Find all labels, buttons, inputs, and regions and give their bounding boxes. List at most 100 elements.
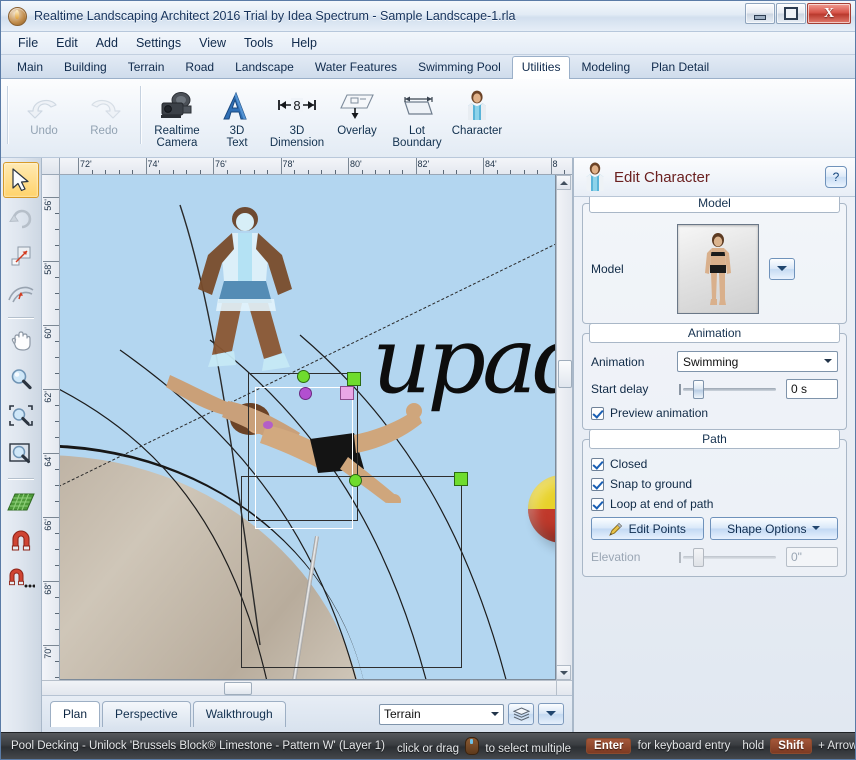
menu-settings[interactable]: Settings xyxy=(127,33,190,53)
model-thumbnail[interactable] xyxy=(677,224,759,314)
redo-button[interactable]: Redo xyxy=(74,82,134,156)
undo-button[interactable]: Undo xyxy=(14,82,74,156)
tab-building[interactable]: Building xyxy=(54,56,117,78)
rotate-tool[interactable] xyxy=(3,200,39,236)
ruler-tick-minor xyxy=(253,170,255,174)
ruler-tick-minor xyxy=(55,485,59,486)
magnet-options-tool[interactable] xyxy=(3,560,39,596)
ruler-tick-minor xyxy=(267,170,268,174)
tab-utilities[interactable]: Utilities xyxy=(511,56,571,79)
toolbar-divider-0 xyxy=(7,86,8,144)
main-body: 72' 74' 76' 78' 80' 82' 84' 8 56' 58' 60' 62' 64' 66… xyxy=(1,158,855,732)
character-standing[interactable] xyxy=(182,203,312,378)
selection-box-outer-2 xyxy=(241,476,462,668)
status-selection-text: Pool Decking - Unilock 'Brussels Block® … xyxy=(11,740,385,752)
tab-swimming-pool[interactable]: Swimming Pool xyxy=(408,56,511,78)
tab-modeling[interactable]: Modeling xyxy=(571,56,640,78)
tab-plan-detail[interactable]: Plan Detail xyxy=(641,56,719,78)
pan-hand-tool[interactable] xyxy=(3,323,39,359)
ruler-tick-minor xyxy=(172,170,174,174)
ruler-tick-major xyxy=(213,158,214,174)
horizontal-scrollbar[interactable] xyxy=(59,680,556,695)
tab-road[interactable]: Road xyxy=(175,56,224,78)
magnet-snap-tool[interactable] xyxy=(3,522,39,558)
close-button[interactable]: X xyxy=(807,3,851,24)
vertical-scrollbar[interactable] xyxy=(556,175,572,680)
ruler-label: 68' xyxy=(43,583,53,595)
zoom-region-tool[interactable] xyxy=(3,399,39,435)
curve-tool[interactable] xyxy=(3,276,39,312)
design-canvas[interactable]: upad xyxy=(60,175,556,680)
minimize-button[interactable] xyxy=(745,3,775,24)
elevation-slider xyxy=(677,547,780,567)
tab-terrain[interactable]: Terrain xyxy=(118,56,175,78)
scroll-down-arrow[interactable] xyxy=(556,665,571,680)
ruler-label: 78' xyxy=(282,159,295,169)
start-delay-slider[interactable] xyxy=(677,379,780,399)
menu-view[interactable]: View xyxy=(190,33,235,53)
selection-handle-rotate[interactable] xyxy=(340,386,354,400)
menu-add[interactable]: Add xyxy=(87,33,127,53)
tab-landscape[interactable]: Landscape xyxy=(225,56,304,78)
selection-handle-pivot[interactable] xyxy=(299,387,312,400)
model-dropdown-button[interactable] xyxy=(769,258,795,280)
svg-text:8: 8 xyxy=(293,98,300,113)
selection-handle-corner-1[interactable] xyxy=(347,372,361,386)
select-arrow-tool[interactable] xyxy=(3,162,39,198)
character-label: Character xyxy=(451,125,503,137)
layers-button[interactable] xyxy=(508,703,534,725)
key-enter: Enter xyxy=(586,738,632,754)
character-button[interactable]: Character xyxy=(447,82,507,156)
scroll-up-arrow[interactable] xyxy=(556,175,571,190)
selection-handle-mid[interactable] xyxy=(349,474,362,487)
animation-select[interactable]: Swimming xyxy=(677,351,838,372)
edit-points-button[interactable]: Edit Points xyxy=(591,517,704,540)
selection-handle-corner-2[interactable] xyxy=(454,472,468,486)
scale-tool[interactable] xyxy=(3,238,39,274)
maximize-button[interactable] xyxy=(776,3,806,24)
tab-main[interactable]: Main xyxy=(7,56,53,78)
slider-thumb[interactable] xyxy=(693,379,704,399)
menu-edit[interactable]: Edit xyxy=(47,33,87,53)
menu-file[interactable]: File xyxy=(9,33,47,53)
start-delay-value[interactable]: 0 s xyxy=(786,379,838,399)
horizontal-scroll-thumb[interactable] xyxy=(224,682,252,695)
shape-options-button[interactable]: Shape Options xyxy=(709,517,839,540)
selection-handle-top[interactable] xyxy=(297,370,310,383)
help-button[interactable]: ? xyxy=(825,166,847,188)
tab-walkthrough[interactable]: Walkthrough xyxy=(192,701,286,727)
3d-dimension-button[interactable]: 8 3D Dimension xyxy=(267,82,327,156)
realtime-camera-button[interactable]: Realtime Camera xyxy=(147,82,207,156)
ruler-tick-minor xyxy=(564,170,565,174)
closed-checkbox[interactable] xyxy=(591,457,604,471)
3d-dimension-label-2: Dimension xyxy=(269,137,325,149)
chevron-down-icon xyxy=(777,266,787,276)
hscroll-corner xyxy=(42,680,59,695)
tool-divider-1 xyxy=(8,317,34,318)
3d-text-button[interactable]: 3D Text xyxy=(207,82,267,156)
vertical-ruler[interactable]: 56' 58' 60' 62' 64' 66' 68' 70' xyxy=(42,175,60,680)
tab-plan[interactable]: Plan xyxy=(50,701,101,727)
snap-to-ground-checkbox[interactable] xyxy=(591,477,604,491)
loop-at-end-checkbox[interactable] xyxy=(591,497,604,511)
layer-dropdown-button[interactable] xyxy=(538,703,564,725)
zoom-window-tool[interactable] xyxy=(3,437,39,473)
lot-boundary-icon xyxy=(397,89,437,123)
ruler-row: 72' 74' 76' 78' 80' 82' 84' 8 xyxy=(42,158,572,175)
tab-water-features[interactable]: Water Features xyxy=(305,56,407,78)
horizontal-ruler[interactable]: 72' 74' 76' 78' 80' 82' 84' 8 xyxy=(60,158,572,175)
status-hint-click-tail: to select multiple xyxy=(485,743,572,755)
lot-boundary-button[interactable]: Lot Boundary xyxy=(387,82,447,156)
menu-tools[interactable]: Tools xyxy=(235,33,282,53)
layer-combo[interactable]: Terrain xyxy=(379,703,504,725)
preview-animation-checkbox[interactable] xyxy=(591,406,604,420)
overlay-button[interactable]: Overlay xyxy=(327,82,387,156)
status-hint-click: click or drag to select multiple xyxy=(391,737,577,755)
vertical-scroll-thumb[interactable] xyxy=(558,360,572,388)
ruler-tick-minor xyxy=(132,170,133,174)
zoom-tool[interactable] xyxy=(3,361,39,397)
tab-perspective[interactable]: Perspective xyxy=(102,701,191,727)
ruler-label: 66' xyxy=(43,519,53,531)
menu-help[interactable]: Help xyxy=(282,33,326,53)
grid-tool[interactable] xyxy=(3,484,39,520)
